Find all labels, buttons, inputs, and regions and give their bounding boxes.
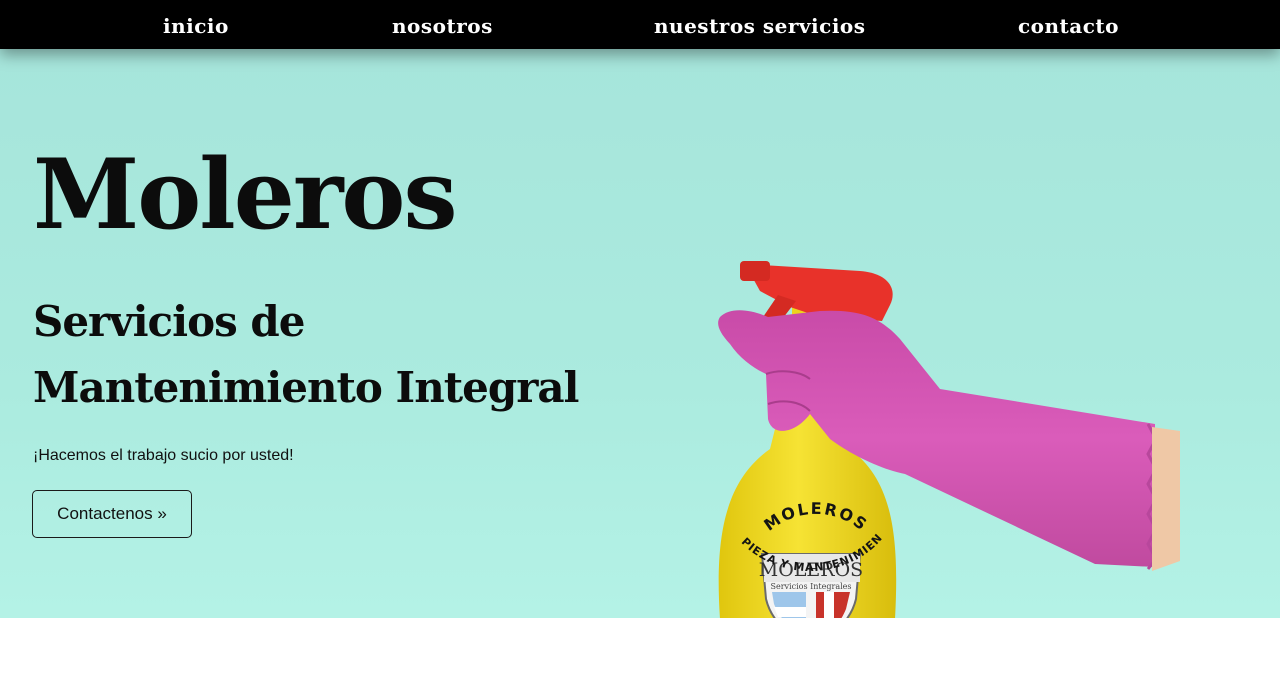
nav-link-contacto[interactable]: contacto (1018, 0, 1119, 49)
hero-subtitle: Servicios de Mantenimiento Integral (33, 297, 580, 412)
top-navbar: inicio nosotros nuestros servicios conta… (0, 0, 1280, 49)
arm (1152, 427, 1180, 571)
nav-link-nosotros[interactable]: nosotros (392, 0, 493, 49)
nav-link-inicio[interactable]: inicio (163, 0, 229, 49)
hero-title: Moleros (33, 138, 457, 251)
contactenos-button[interactable]: Contactenos » (32, 490, 192, 538)
nav-link-nuestros-servicios[interactable]: nuestros servicios (654, 0, 866, 49)
label-shield-subtitle: Servicios Integrales (771, 582, 852, 591)
hero-section: Moleros Servicios de Mantenimiento Integ… (0, 49, 1280, 618)
hero-tagline: ¡Hacemos el trabajo sucio por usted! (33, 447, 294, 464)
spray-nozzle (740, 261, 770, 281)
spray-bottle-illustration: MOLEROS MOLEROS Servicios Integrales LIM… (700, 199, 1180, 618)
